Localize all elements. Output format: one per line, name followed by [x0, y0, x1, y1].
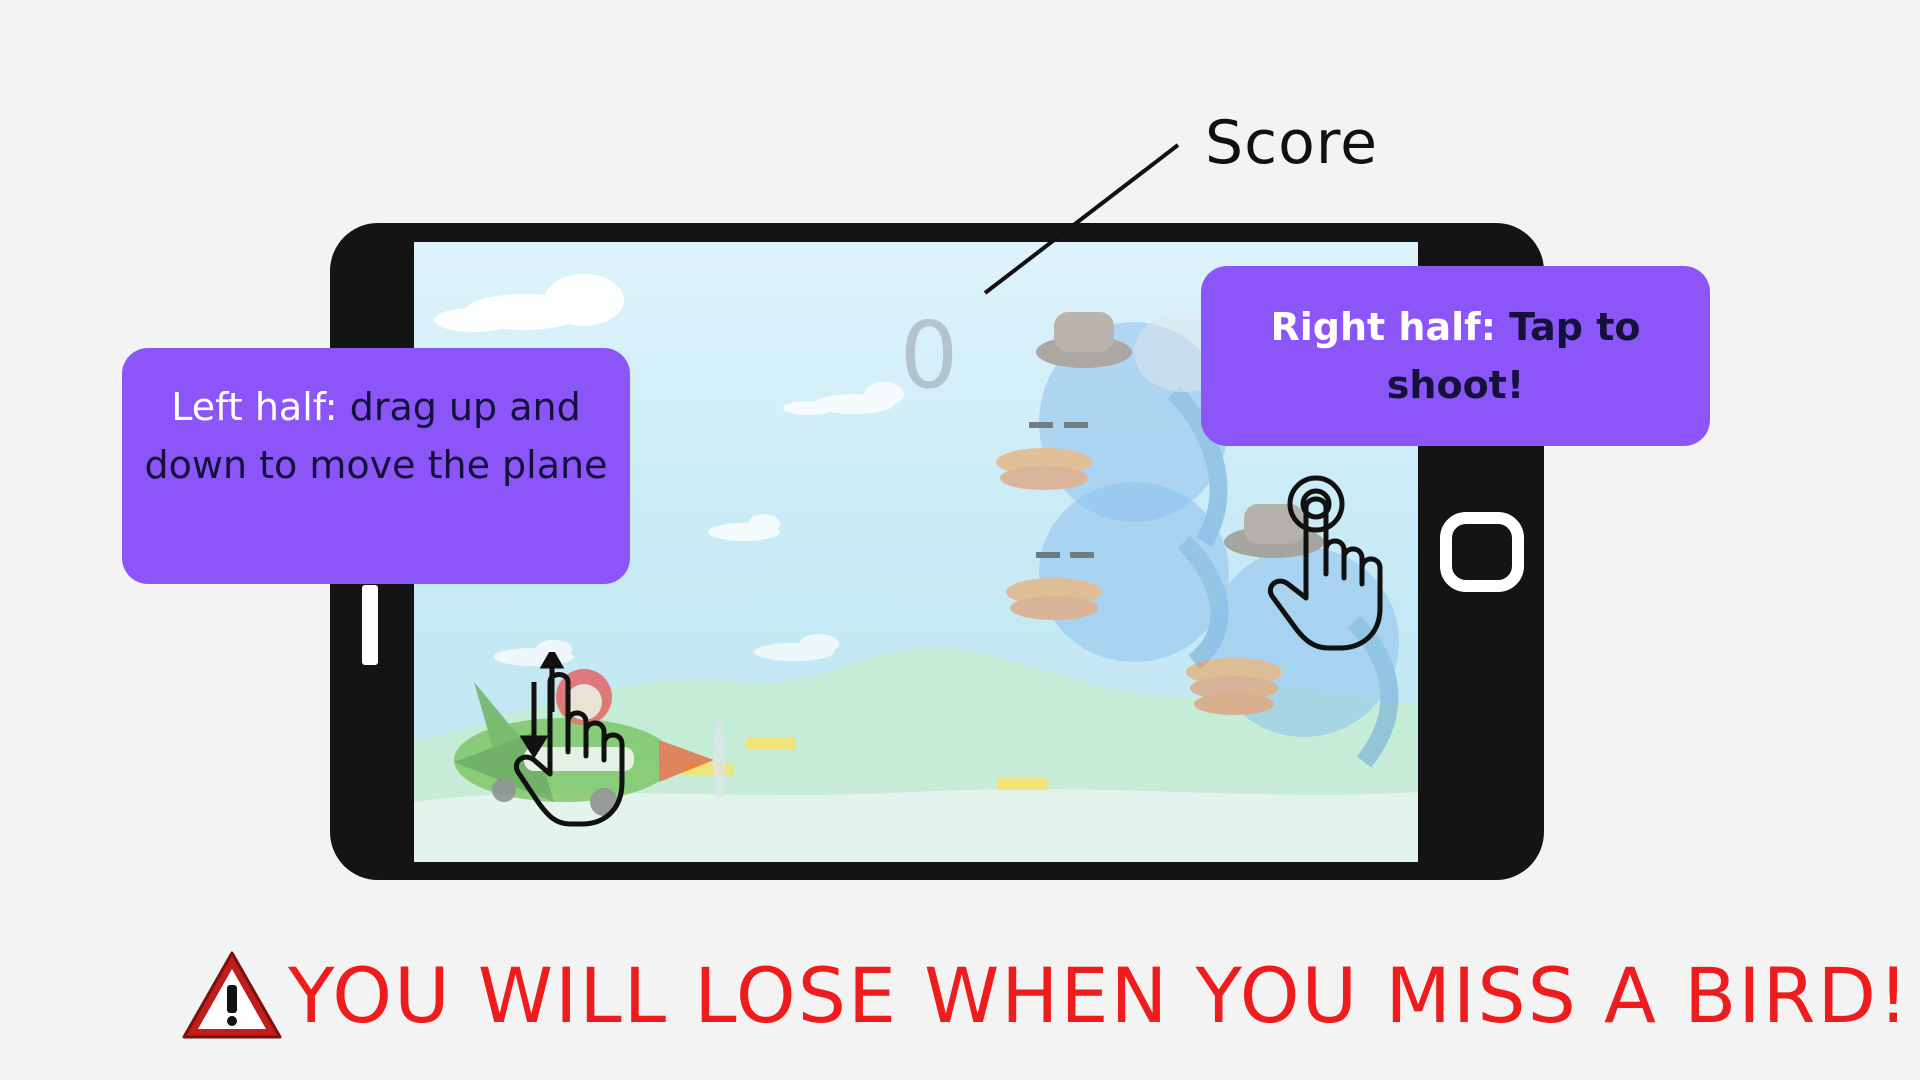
warning-triangle-icon	[182, 951, 282, 1039]
left-half-instruction-callout: Left half: drag up and down to move the …	[122, 348, 630, 584]
drag-up-down-hand-icon	[514, 652, 625, 827]
right-half-label: Right half:	[1270, 305, 1496, 349]
tutorial-screen: Score 0 Left half: drag up and down to m…	[0, 0, 1920, 1080]
left-half-label: Left half:	[171, 385, 338, 429]
bird-enemy	[1006, 482, 1229, 670]
phone-side-button	[362, 585, 378, 665]
right-half-instruction-callout: Right half: Tap to shoot!	[1201, 266, 1710, 446]
cloud-icon	[754, 634, 839, 661]
lose-warning: YOU WILL LOSE WHEN YOU MISS A BIRD!	[180, 935, 1910, 1055]
lose-warning-text: YOU WILL LOSE WHEN YOU MISS A BIRD!	[288, 950, 1911, 1040]
phone-home-button	[1440, 512, 1524, 592]
bullet	[746, 737, 796, 749]
score-annotation-label: Score	[1205, 108, 1379, 178]
game-score-counter: 0	[899, 302, 959, 409]
cloud-icon	[434, 274, 624, 332]
cloud-icon	[708, 514, 780, 541]
tap-hand-icon	[1268, 475, 1383, 651]
cloud-icon	[783, 382, 904, 415]
bullet	[998, 778, 1048, 790]
